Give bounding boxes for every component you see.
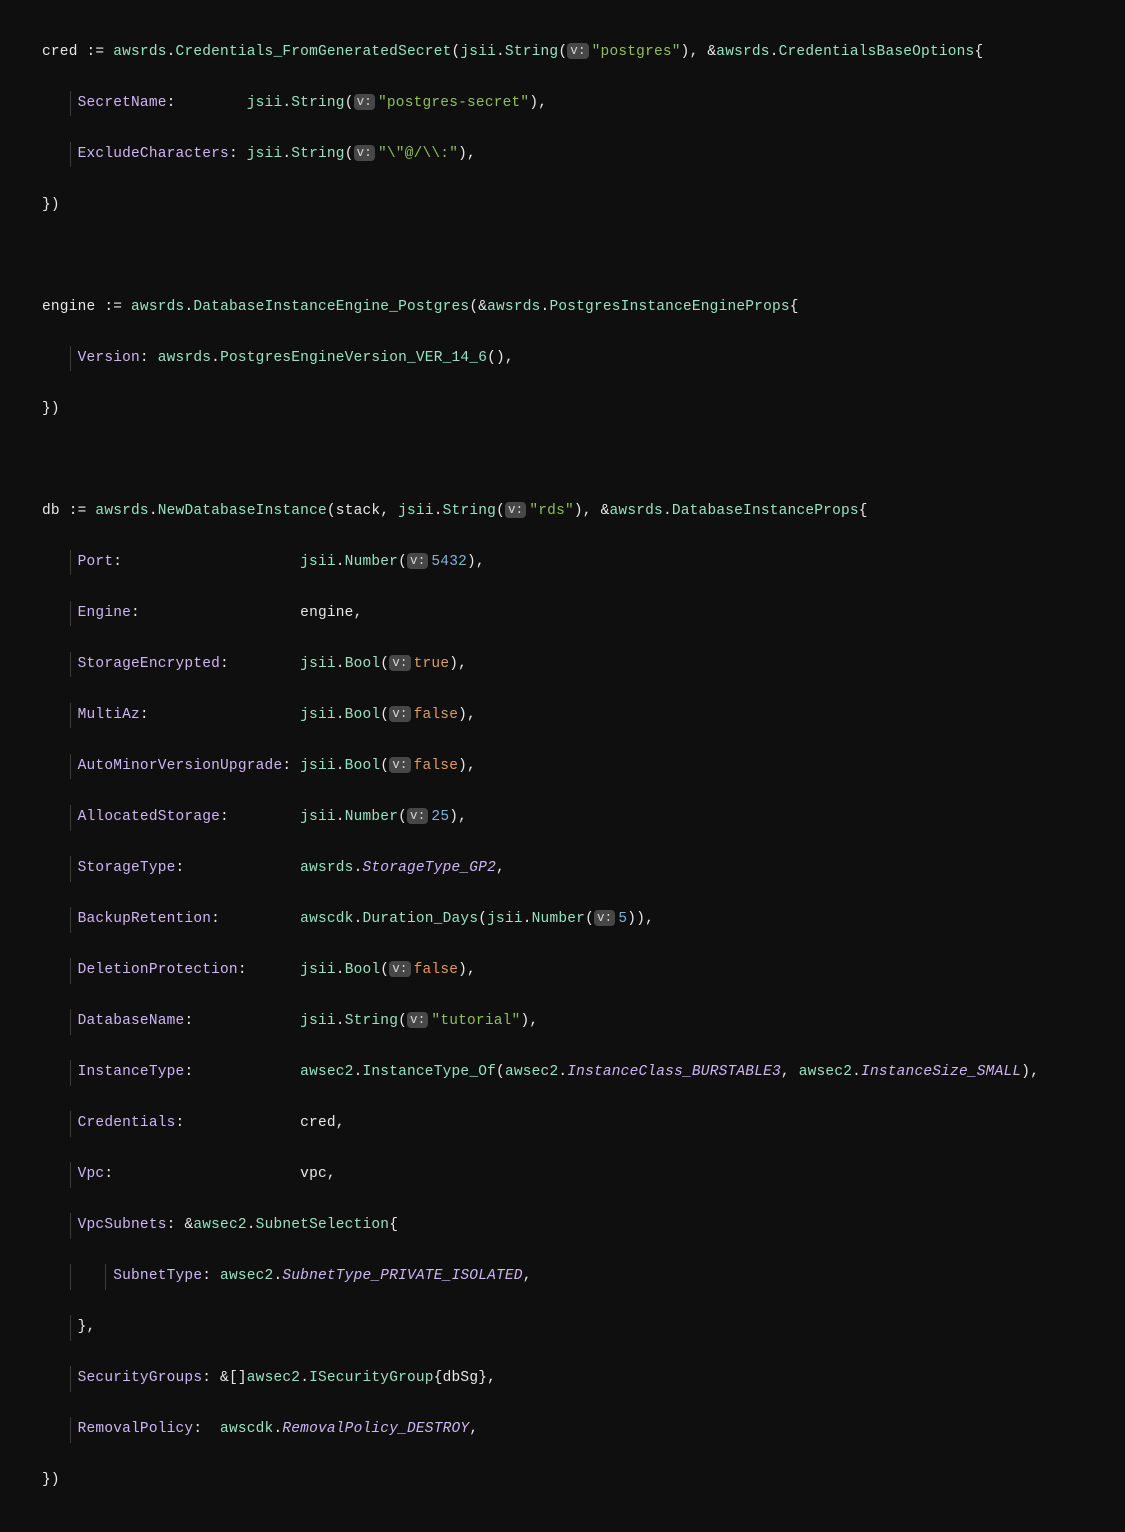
code-block: cred := awsrds.Credentials_FromGenerated…	[0, 0, 1125, 1532]
var-db: db	[42, 503, 60, 519]
code-line: Credentials: cred,	[42, 1111, 1125, 1137]
code-line	[42, 448, 1125, 474]
code-line: VpcSubnets: &awsec2.SubnetSelection{	[42, 1213, 1125, 1239]
code-line: cred := awsrds.Credentials_FromGenerated…	[42, 40, 1125, 66]
code-line: MultiAz: jsii.Bool(v:false),	[42, 703, 1125, 729]
code-line: BackupRetention: awscdk.Duration_Days(js…	[42, 907, 1125, 933]
code-line: })	[42, 193, 1125, 219]
code-line: RemovalPolicy: awscdk.RemovalPolicy_DEST…	[42, 1417, 1125, 1443]
code-line: Port: jsii.Number(v:5432),	[42, 550, 1125, 576]
code-line: AutoMinorVersionUpgrade: jsii.Bool(v:fal…	[42, 754, 1125, 780]
code-line: InstanceType: awsec2.InstanceType_Of(aws…	[42, 1060, 1125, 1086]
code-line	[42, 244, 1125, 270]
var-cred: cred	[42, 44, 78, 60]
code-line: engine := awsrds.DatabaseInstanceEngine_…	[42, 295, 1125, 321]
code-line: DatabaseName: jsii.String(v:"tutorial"),	[42, 1009, 1125, 1035]
code-line: SubnetType: awsec2.SubnetType_PRIVATE_IS…	[42, 1264, 1125, 1290]
code-line: SecurityGroups: &[]awsec2.ISecurityGroup…	[42, 1366, 1125, 1392]
param-hint: v:	[567, 43, 588, 59]
code-line: SecretName: jsii.String(v:"postgres-secr…	[42, 91, 1125, 117]
code-line: Engine: engine,	[42, 601, 1125, 627]
code-line: StorageEncrypted: jsii.Bool(v:true),	[42, 652, 1125, 678]
code-line: db := awsrds.NewDatabaseInstance(stack, …	[42, 499, 1125, 525]
code-line: Version: awsrds.PostgresEngineVersion_VE…	[42, 346, 1125, 372]
code-line: })	[42, 1468, 1125, 1494]
code-line: StorageType: awsrds.StorageType_GP2,	[42, 856, 1125, 882]
code-line: ExcludeCharacters: jsii.String(v:"\"@/\\…	[42, 142, 1125, 168]
var-engine: engine	[42, 299, 95, 315]
code-line: },	[42, 1315, 1125, 1341]
code-line: AllocatedStorage: jsii.Number(v:25),	[42, 805, 1125, 831]
code-line: DeletionProtection: jsii.Bool(v:false),	[42, 958, 1125, 984]
code-line: })	[42, 397, 1125, 423]
code-line: Vpc: vpc,	[42, 1162, 1125, 1188]
